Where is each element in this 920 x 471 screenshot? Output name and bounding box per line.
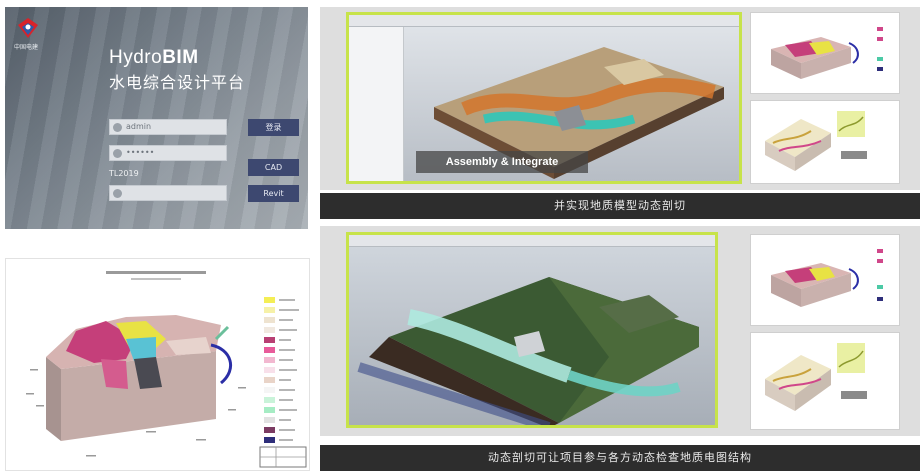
bottom-video-caption: 动态剖切可让项目参与各方动态检查地质电图结构	[320, 445, 920, 471]
app-toolbar-2	[349, 235, 715, 247]
app-brand: HydroBIM	[109, 47, 199, 69]
thumbnail-section-bottom	[750, 332, 900, 430]
assembly-overlay-label: Assembly & Integrate	[416, 151, 588, 173]
brand-bold: BIM	[162, 47, 199, 68]
composite-screenshot: 中国电建 HydroBIM 水电综合设计平台 admin •••••• TL20…	[0, 0, 920, 471]
server-label: TL2019	[109, 169, 139, 178]
terrain-model-image-2	[357, 277, 699, 425]
password-value: ••••••	[126, 148, 155, 157]
3d-viewport-2	[349, 247, 715, 425]
username-value: admin	[126, 122, 152, 131]
app-toolbar	[349, 15, 739, 27]
map-legend	[264, 297, 299, 443]
top-video-caption: 并实现地质模型动态剖切	[320, 193, 920, 219]
company-logo-icon	[18, 18, 38, 38]
cad-button[interactable]: CAD	[248, 159, 299, 176]
username-field[interactable]: admin	[109, 119, 227, 135]
login-panel: 中国电建 HydroBIM 水电综合设计平台 admin •••••• TL20…	[5, 7, 308, 229]
geology-map-figure	[5, 258, 310, 471]
project-tree-pane	[349, 27, 404, 181]
user-icon	[113, 123, 122, 132]
revit-button[interactable]: Revit	[248, 185, 299, 202]
lock-icon	[113, 149, 122, 158]
brand-prefix: Hydro	[109, 47, 163, 68]
app-subtitle: 水电综合设计平台	[109, 73, 246, 92]
login-button[interactable]: 登录	[248, 119, 299, 136]
thumbnail-model-bottom	[750, 234, 900, 326]
thumbnail-model-top	[750, 12, 900, 94]
password-field[interactable]: ••••••	[109, 145, 227, 161]
server-field[interactable]	[109, 185, 227, 201]
top-video-panel: Assembly & Integrate	[320, 7, 920, 190]
geology-3d-model-image	[26, 271, 307, 468]
company-logo-text: 中国电建	[14, 44, 39, 51]
server-icon	[113, 189, 122, 198]
bottom-video-panel	[320, 226, 920, 436]
software-window-2	[346, 232, 718, 428]
thumbnail-section-top	[750, 100, 900, 184]
